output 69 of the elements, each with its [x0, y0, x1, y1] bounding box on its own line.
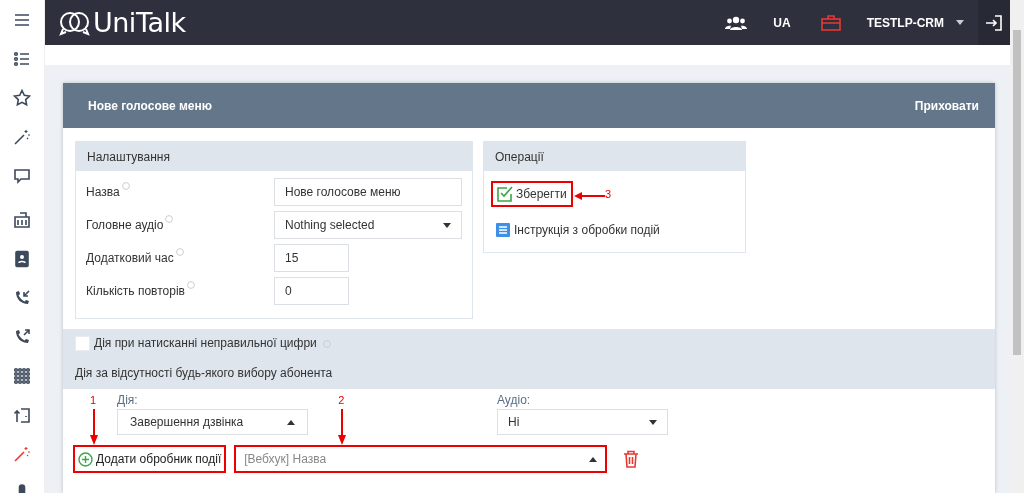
field-label: Аудіо: — [497, 393, 532, 407]
card-title: Операції — [495, 149, 544, 164]
annotation-number: 2 — [338, 394, 345, 406]
list-icon — [13, 50, 31, 68]
menu-icon — [13, 11, 31, 29]
hide-link[interactable]: Приховати — [914, 98, 979, 113]
incoming-call-icon — [13, 289, 31, 307]
logout-icon[interactable] — [985, 13, 1003, 32]
annotation-arrow — [573, 189, 605, 203]
building-icon — [13, 211, 31, 229]
transfer-icon — [13, 406, 31, 424]
caret-icon — [287, 419, 295, 425]
trash-icon[interactable] — [623, 450, 640, 468]
field-label: Кількість повторів — [86, 284, 185, 298]
document-icon — [495, 222, 511, 238]
caret-icon — [589, 456, 598, 462]
sidebar-item[interactable] — [13, 11, 31, 29]
sidebar-item[interactable] — [13, 328, 31, 346]
sidebar-item[interactable] — [13, 167, 31, 185]
briefcase-icon — [820, 14, 841, 31]
sidebar-item[interactable] — [13, 289, 31, 307]
logo-text: UniTalk — [93, 7, 186, 38]
grid-icon — [13, 367, 31, 385]
caret-icon — [956, 20, 964, 25]
sidebar-item[interactable] — [13, 250, 31, 268]
sidebar-item[interactable] — [13, 367, 31, 385]
field-label: Дія: — [117, 393, 139, 407]
users-icon[interactable] — [725, 14, 748, 31]
field-label: Додатковий час — [86, 251, 174, 265]
sidebar-item[interactable] — [13, 128, 31, 146]
name-field[interactable]: Нове голосове меню — [274, 178, 462, 206]
audio-select[interactable]: Ні — [497, 409, 668, 435]
account-dropdown[interactable]: TESTLP-CRM — [866, 15, 964, 30]
card-title: Налаштування — [87, 149, 170, 164]
annotation-number: 1 — [90, 394, 97, 406]
chat-icon — [13, 167, 31, 185]
audio-select[interactable]: Nothing selected — [274, 211, 462, 239]
caret-icon — [649, 419, 657, 425]
handler-select[interactable]: [Вебхук] Назва — [236, 447, 606, 471]
checkbox-label: Дія при натисканні неправильної цифри — [94, 336, 317, 350]
annotation-number: 3 — [605, 188, 612, 200]
sidebar-item[interactable] — [13, 445, 31, 463]
magic-wand-icon — [13, 128, 31, 146]
star-icon — [13, 89, 31, 107]
sidebar-item[interactable] — [13, 89, 31, 107]
language-button[interactable]: UA — [773, 15, 791, 30]
checkbox[interactable] — [75, 336, 90, 351]
sidebar-item[interactable] — [13, 211, 31, 229]
section-title: Дія за відсутності будь-якого вибору абонента — [75, 366, 334, 380]
field-label: Головне аудіо — [86, 218, 164, 232]
contacts-icon — [13, 250, 31, 268]
plus-circle-icon — [78, 451, 93, 467]
panel-title: Нове голосове меню — [88, 98, 212, 113]
save-button[interactable]: Зберегти — [497, 186, 567, 202]
checkbox-tick-icon — [497, 186, 513, 202]
scrollbar[interactable] — [1010, 0, 1024, 493]
scrollbar-thumb[interactable] — [1013, 30, 1021, 355]
sidebar-item[interactable] — [13, 406, 31, 424]
speech-bubbles-icon — [59, 9, 91, 36]
number-field[interactable]: 0 — [274, 277, 349, 305]
action-select[interactable]: Завершення дзвінка — [117, 409, 308, 435]
add-handler-button[interactable]: Додати обробник події — [75, 447, 225, 471]
magic-wand-icon — [13, 445, 31, 463]
outgoing-call-icon — [13, 328, 31, 346]
sidebar-item[interactable] — [13, 50, 31, 68]
caret-icon — [443, 222, 451, 228]
number-field[interactable]: 15 — [274, 244, 349, 272]
instructions-link[interactable]: Інструкція з обробки подій — [495, 222, 660, 238]
field-label: Назва — [86, 185, 120, 199]
